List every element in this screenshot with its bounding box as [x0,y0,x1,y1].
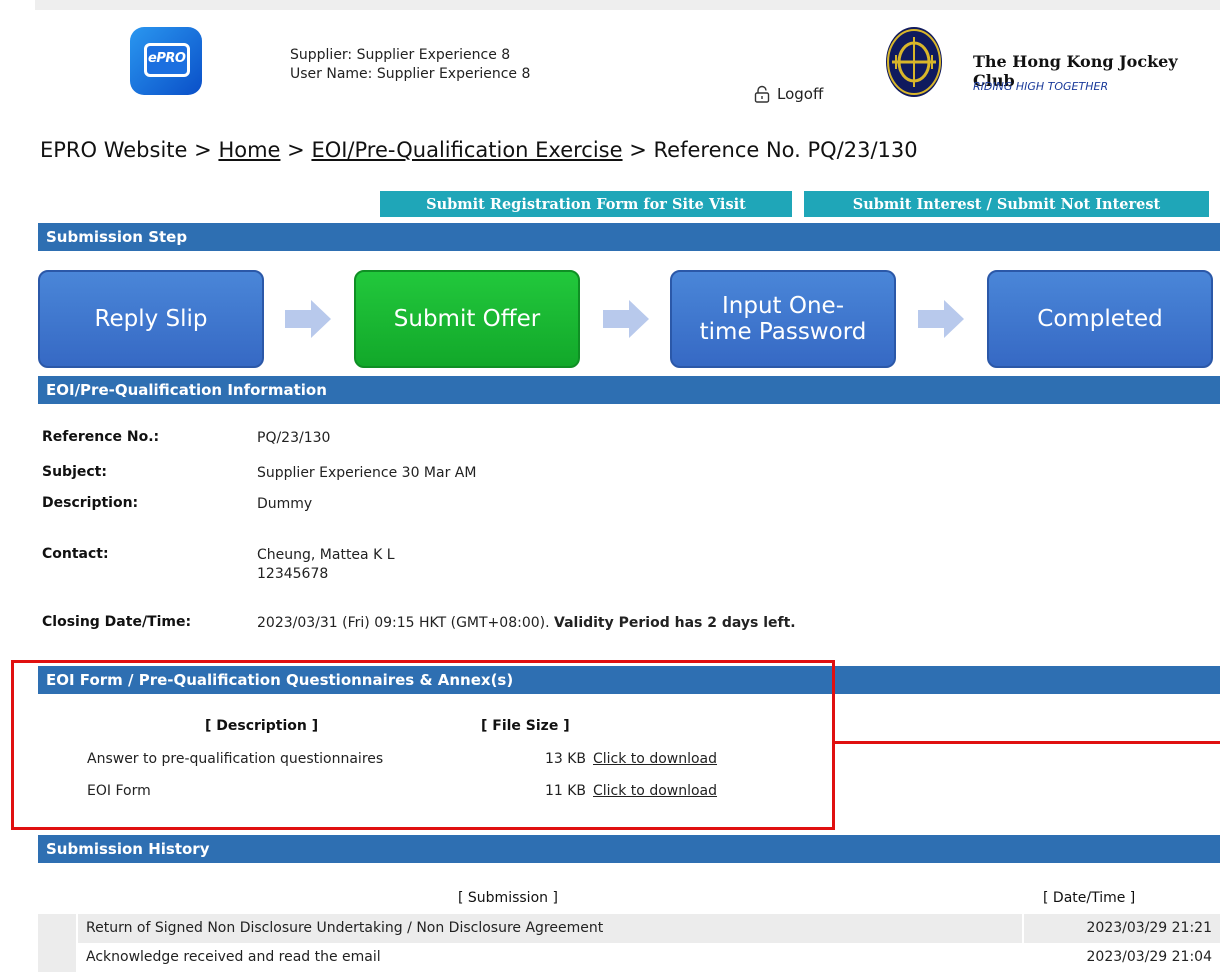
contact-phone: 12345678 [257,566,329,582]
padlock-icon [754,85,770,103]
closing-value: 2023/03/31 (Fri) 09:15 HKT (GMT+08:00). … [257,614,796,633]
step-reply-slip[interactable]: Reply Slip [38,270,264,368]
history-header: Submission History [38,835,1220,863]
breadcrumb-root: EPRO Website [40,138,188,162]
breadcrumb-current: Reference No. PQ/23/130 [653,138,918,162]
submit-interest-button[interactable]: Submit Interest / Submit Not Interest [804,191,1209,217]
history-col-submission: [ Submission ] [458,890,558,906]
step-input-otp[interactable]: Input One- time Password [670,270,896,368]
description-value: Dummy [257,496,313,512]
step-arrow-icon [285,300,331,338]
contact-label: Contact: [42,546,109,562]
user-name: User Name: Supplier Experience 8 [290,66,531,82]
user-info: Supplier: Supplier Experience 8 User Nam… [290,46,530,84]
org-motto: RIDING HIGH TOGETHER [973,80,1109,93]
history-submission: Acknowledge received and read the email [86,949,381,965]
step-completed[interactable]: Completed [987,270,1213,368]
history-row: Acknowledge received and read the email … [38,943,1220,972]
history-row: Return of Signed Non Disclosure Undertak… [38,914,1220,943]
history-datetime: 2023/03/29 21:21 [1086,920,1213,936]
history-datetime: 2023/03/29 21:04 [1086,949,1213,965]
reference-value: PQ/23/130 [257,430,331,446]
hkjc-crest-icon [886,27,942,97]
submit-site-visit-button[interactable]: Submit Registration Form for Site Visit [380,191,792,217]
reference-label: Reference No.: [42,429,160,445]
history-submission: Return of Signed Non Disclosure Undertak… [86,920,604,936]
highlight-pointer-line [835,741,1220,744]
logoff-label: Logoff [777,85,824,103]
step-submit-offer[interactable]: Submit Offer [354,270,580,368]
top-strip [35,0,1220,10]
logoff-link[interactable]: Logoff [753,85,823,103]
supplier-name: Supplier: Supplier Experience 8 [290,47,511,63]
subject-label: Subject: [42,464,107,480]
closing-datetime: 2023/03/31 (Fri) 09:15 HKT (GMT+08:00). [257,615,550,631]
step-arrow-icon [603,300,649,338]
breadcrumb-exercise-link[interactable]: EOI/Pre-Qualification Exercise [311,138,622,162]
step-arrow-icon [918,300,964,338]
subject-value: Supplier Experience 30 Mar AM [257,465,477,481]
breadcrumb: EPRO Website > Home > EOI/Pre-Qualificat… [40,138,918,162]
epro-logo: ePRO [130,27,202,95]
contact-name: Cheung, Mattea K L [257,547,395,563]
contact-value: Cheung, Mattea K L 12345678 [257,546,395,584]
breadcrumb-home-link[interactable]: Home [218,138,280,162]
epro-logo-text: ePRO [148,51,186,66]
submission-step-header: Submission Step [38,223,1220,251]
history-col-datetime: [ Date/Time ] [1043,890,1136,906]
info-header: EOI/Pre-Qualification Information [38,376,1220,404]
highlight-box [11,660,835,830]
validity-note: Validity Period has 2 days left. [554,615,796,631]
closing-label: Closing Date/Time: [42,614,192,630]
description-label: Description: [42,495,139,511]
